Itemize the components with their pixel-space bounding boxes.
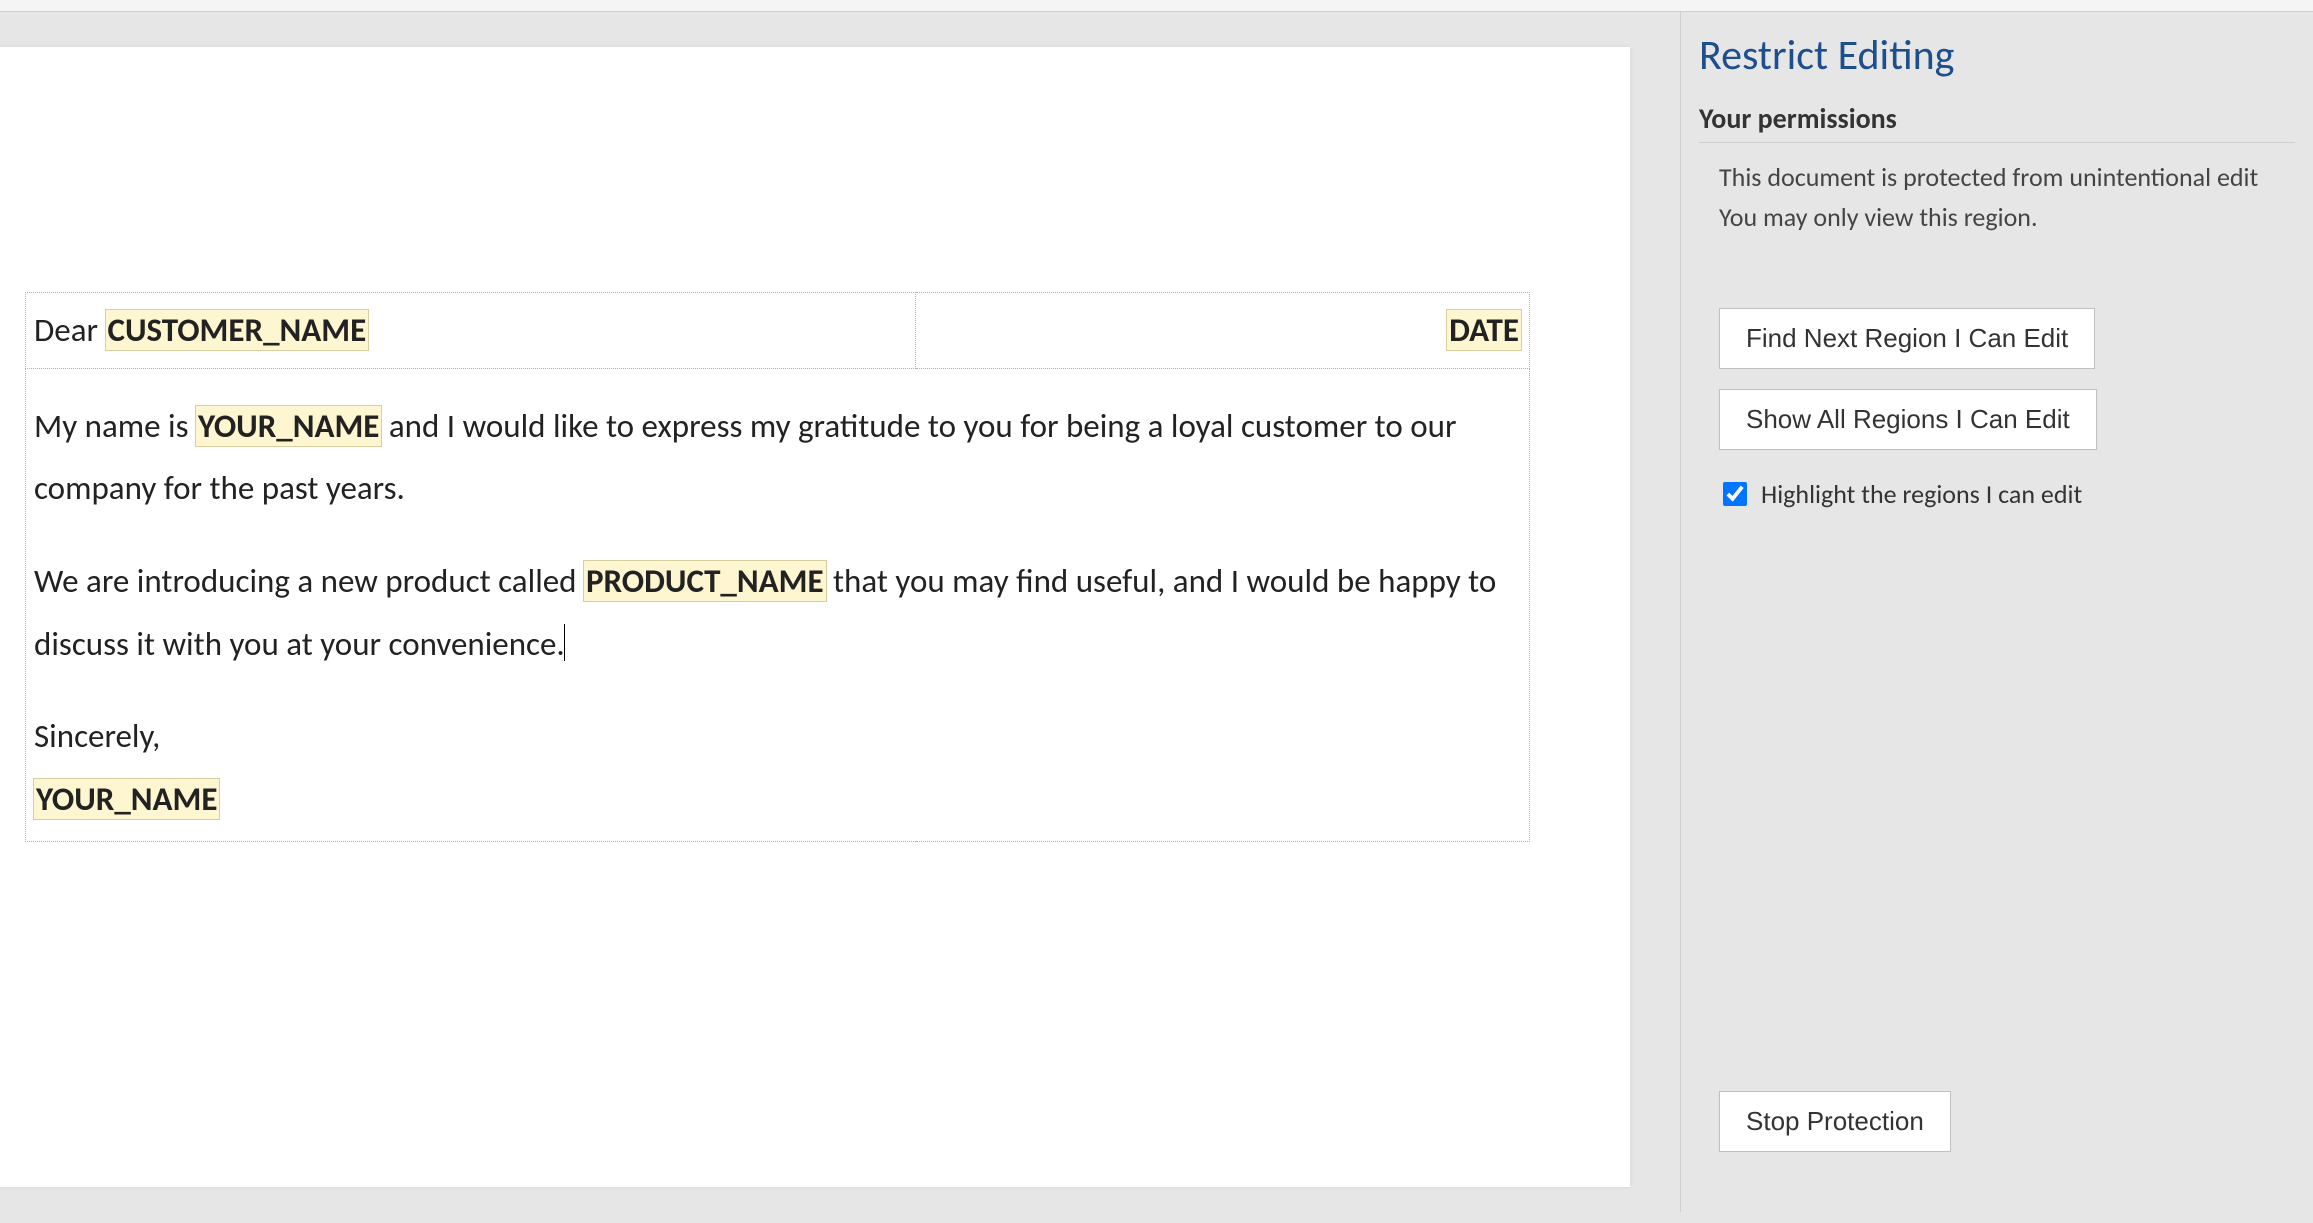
date-cell[interactable]: DATE <box>916 293 1530 369</box>
document-page[interactable]: Dear CUSTOMER_NAME DATE My name is YOUR_… <box>0 47 1630 1187</box>
field-product-name[interactable]: PRODUCT_NAME <box>584 561 826 601</box>
find-next-region-button[interactable]: Find Next Region I Can Edit <box>1719 308 2095 369</box>
document-canvas: Dear CUSTOMER_NAME DATE My name is YOUR_… <box>0 12 1680 1212</box>
closing-block: Sincerely, YOUR_NAME <box>34 705 1521 830</box>
stop-protection-button[interactable]: Stop Protection <box>1719 1091 1951 1152</box>
paragraph-2: We are introducing a new product called … <box>34 550 1521 675</box>
show-all-regions-button[interactable]: Show All Regions I Can Edit <box>1719 389 2097 450</box>
field-customer-name[interactable]: CUSTOMER_NAME <box>106 310 369 350</box>
p1-text-a: My name is <box>34 406 196 446</box>
greeting-cell[interactable]: Dear CUSTOMER_NAME <box>26 293 916 369</box>
panel-title: Restrict Editing <box>1699 30 2295 81</box>
field-date[interactable]: DATE <box>1447 310 1521 350</box>
p2-text-a: We are introducing a new product called <box>34 561 584 601</box>
letter-body-cell[interactable]: My name is YOUR_NAME and I would like to… <box>26 368 1530 841</box>
letter-table: Dear CUSTOMER_NAME DATE My name is YOUR_… <box>25 292 1530 842</box>
ribbon-strip <box>0 0 2313 12</box>
highlight-regions-checkbox[interactable] <box>1723 482 1747 506</box>
restrict-editing-panel: Restrict Editing Your permissions This d… <box>1680 12 2313 1212</box>
highlight-regions-label[interactable]: Highlight the regions I can edit <box>1761 478 2082 510</box>
permissions-divider <box>1699 142 2295 143</box>
permissions-heading: Your permissions <box>1699 101 2295 136</box>
field-your-name[interactable]: YOUR_NAME <box>196 406 381 446</box>
paragraph-1: My name is YOUR_NAME and I would like to… <box>34 395 1521 520</box>
closing-text: Sincerely, <box>34 705 1521 768</box>
greeting-prefix: Dear <box>34 310 106 350</box>
field-signature[interactable]: YOUR_NAME <box>34 779 219 819</box>
highlight-regions-row: Highlight the regions I can edit <box>1719 478 2295 510</box>
text-cursor <box>564 624 565 660</box>
permissions-line-2: You may only view this region. <box>1719 197 2305 237</box>
region-buttons: Find Next Region I Can Edit Show All Reg… <box>1719 308 2295 470</box>
permissions-line-1: This document is protected from unintent… <box>1719 157 2305 197</box>
